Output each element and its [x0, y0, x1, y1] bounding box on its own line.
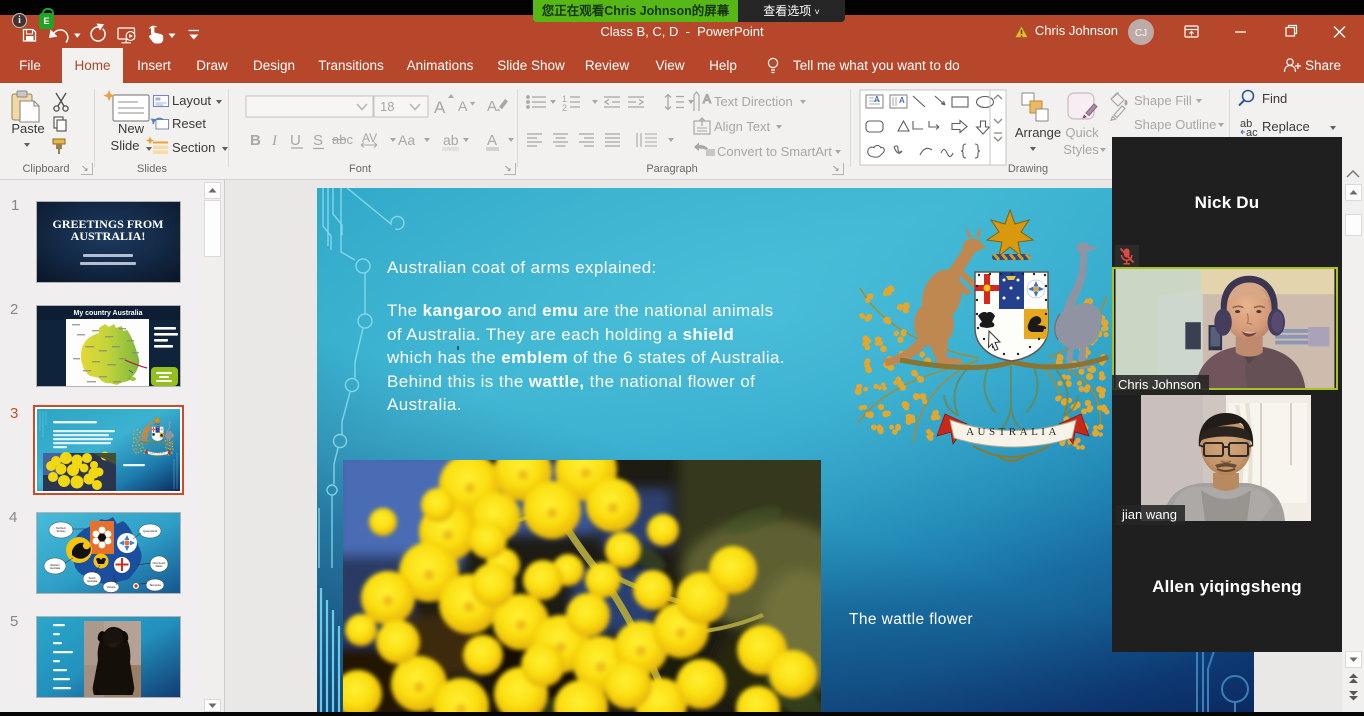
svg-text:Australia: Australia — [50, 566, 61, 570]
svg-text:A: A — [434, 98, 446, 117]
svg-text:Queensland: Queensland — [143, 529, 158, 533]
svg-text:Victoria: Victoria — [107, 585, 116, 589]
svg-text:2: 2 — [562, 103, 567, 113]
svg-text:A: A — [487, 132, 497, 149]
svg-text:A: A — [487, 98, 497, 115]
svg-text:A: A — [874, 95, 880, 104]
svg-text:A: A — [899, 96, 905, 105]
svg-text:18: 18 — [380, 99, 394, 114]
svg-text:A: A — [458, 98, 468, 114]
svg-text:Tasmania: Tasmania — [149, 583, 161, 587]
svg-text:CJ: CJ — [1135, 28, 1147, 39]
svg-text:A: A — [703, 92, 711, 106]
svg-text:Territory: Territory — [56, 529, 66, 533]
svg-text:Australia: Australia — [87, 579, 98, 583]
svg-text:ab: ab — [443, 132, 459, 148]
svg-text:U: U — [290, 132, 301, 149]
svg-text:My country Australia: My country Australia — [74, 310, 143, 317]
svg-text:Wales: Wales — [155, 564, 163, 568]
svg-text:I: I — [271, 133, 278, 149]
svg-text:AUSTRALIA!: AUSTRALIA! — [71, 229, 146, 243]
svg-text:AUSTRALIA: AUSTRALIA — [966, 426, 1060, 438]
svg-text:S: S — [313, 132, 323, 149]
svg-text:Aa: Aa — [398, 132, 415, 148]
svg-text:B: B — [250, 132, 261, 149]
